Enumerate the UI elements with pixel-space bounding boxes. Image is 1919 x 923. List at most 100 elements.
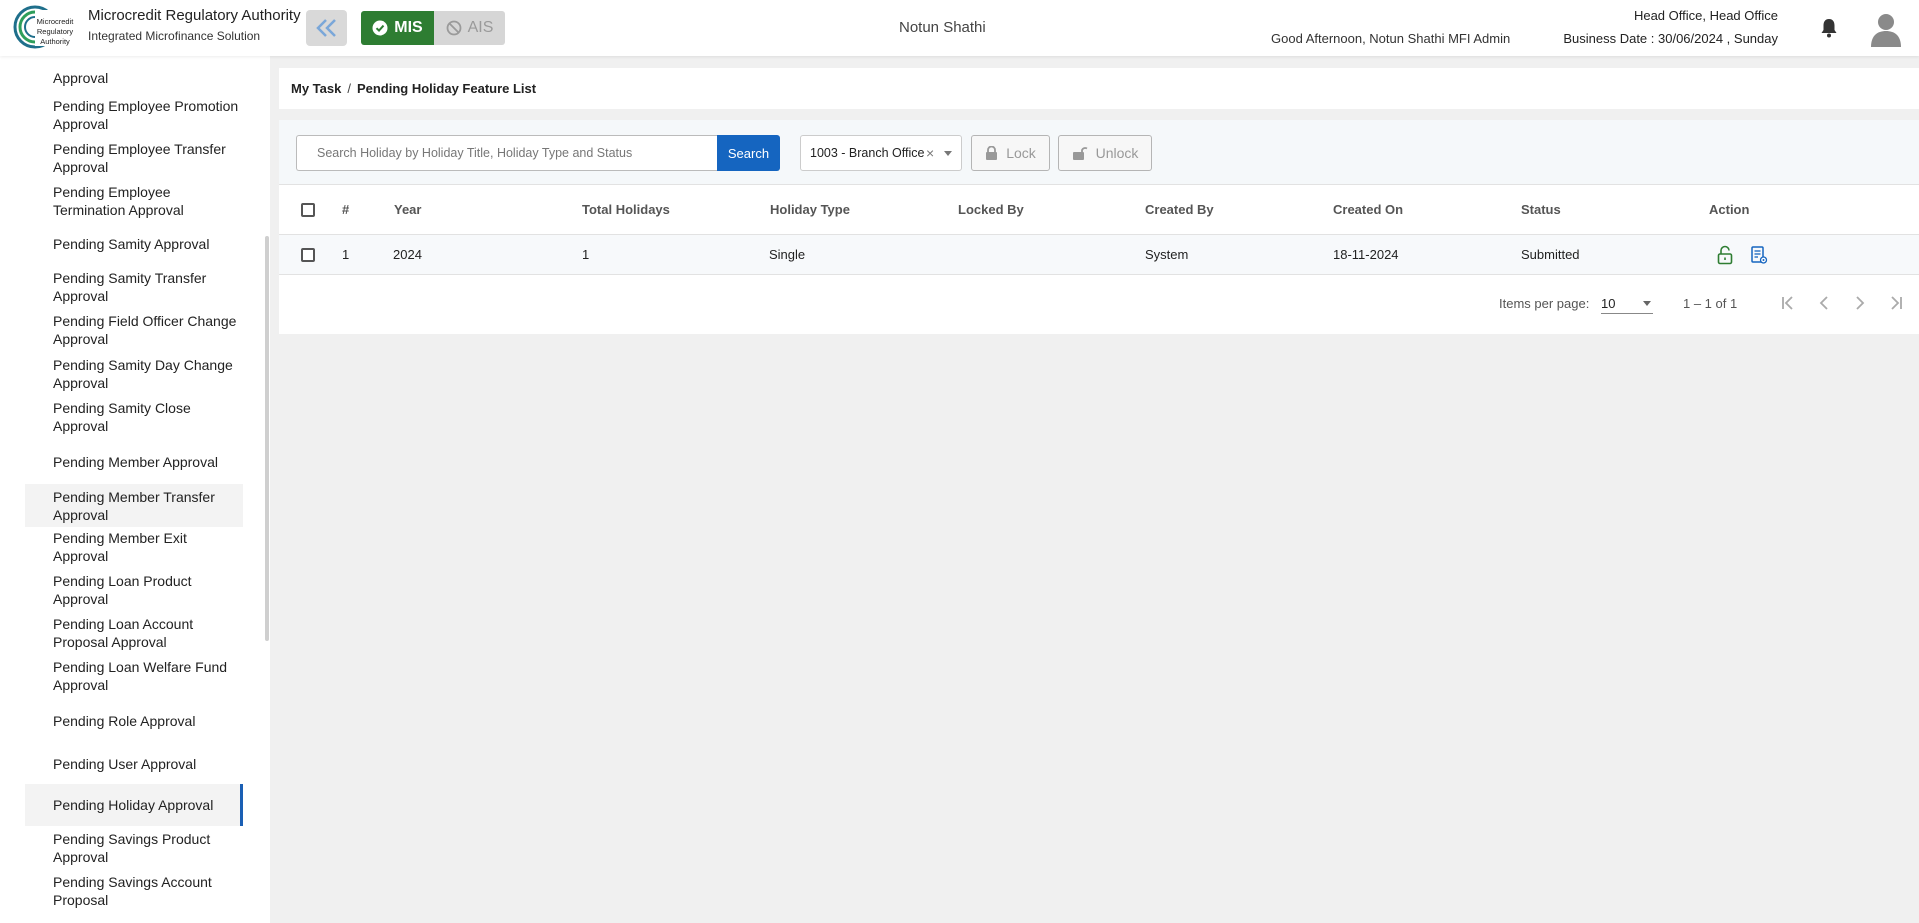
last-page-icon[interactable] [1884,291,1908,315]
breadcrumb-root-link[interactable]: My Task [291,81,341,96]
ban-icon [446,20,461,36]
sidebar-item-label: Pending Samity Transfer Approval [53,270,207,304]
check-circle-icon [372,20,388,36]
branch-select[interactable]: 1003 - Branch Office × [800,135,962,171]
sidebar-item-label: Pending Member Exit Approval [53,530,187,564]
caret-down-icon [944,151,952,156]
greeting-text: Good Afternoon, Notun Shathi MFI Admin [1271,31,1511,46]
sidebar-item-user-approval[interactable]: Pending User Approval [25,743,243,785]
previous-page-icon[interactable] [1812,291,1836,315]
app-header: Microcredit Regulatory Authority Microcr… [0,0,1919,56]
lock-label: Lock [1006,145,1036,161]
sidebar-item-employee-promotion[interactable]: Pending Employee Promotion Approval [25,96,243,134]
sidebar-item-member-exit[interactable]: Pending Member Exit Approval [25,528,243,566]
sidebar-item-holiday-approval[interactable]: Pending Holiday Approval [25,784,243,826]
sidebar-item-label: Pending Samity Day Change Approval [53,357,233,391]
brand-subtitle: Integrated Microfinance Solution [88,29,261,43]
table-header: # Year Total Holidays Holiday Type Locke… [279,184,1919,235]
unlock-label: Unlock [1095,145,1139,161]
sidebar-item-samity-transfer[interactable]: Pending Samity Transfer Approval [25,268,243,306]
user-avatar-icon[interactable] [1869,11,1903,47]
sidebar-item-savings-account-proposal[interactable]: Pending Savings Account Proposal [25,872,243,910]
business-date: Business Date : 30/06/2024 , Sunday [1563,31,1778,46]
sidebar-item-samity-day-change[interactable]: Pending Samity Day Change Approval [25,355,243,393]
cell-total-holidays: 1 [582,247,590,262]
organization-name: Notun Shathi [899,19,986,36]
column-header-index: # [342,202,350,217]
sidebar-item-loan-welfare-fund[interactable]: Pending Loan Welfare Fund Approval [25,657,243,695]
brand-title: Microcredit Regulatory Authority [88,7,301,24]
page-size-select[interactable]: 10 [1601,290,1653,314]
sidebar-item-employee-termination[interactable]: Pending Employee Termination Approval [25,182,243,220]
sidebar-item-member-transfer[interactable]: Pending Member Transfer Approval [25,484,243,527]
mis-module-button[interactable]: MIS [361,11,434,45]
unlock-button[interactable]: Unlock [1058,135,1152,171]
unlock-icon [1072,146,1088,160]
search-input[interactable] [296,135,717,171]
sidebar-item-label: Pending Loan Welfare Fund Approval [53,659,228,693]
first-page-icon[interactable] [1776,291,1800,315]
sidebar-item-label: Pending Member Transfer Approval [53,488,215,523]
mis-label: MIS [394,19,423,36]
next-page-icon[interactable] [1848,291,1872,315]
sidebar-item-label: Pending Savings Account Proposal [53,874,212,908]
sidebar-scrollbar[interactable] [265,236,269,641]
cell-created-by: System [1145,247,1189,262]
sidebar-item-label: Pending Loan Account Proposal Approval [53,616,194,650]
sidebar-item-label: Pending Employee Termination Approval [53,184,184,218]
sidebar-collapse-button[interactable] [306,10,347,46]
double-chevron-left-icon [315,19,336,37]
cell-holiday-type: Single [769,247,806,262]
sidebar-item-role-approval[interactable]: Pending Role Approval [25,700,243,742]
search-button[interactable]: Search [717,135,780,171]
sidebar-item-member-approval[interactable]: Pending Member Approval [25,441,243,483]
breadcrumb-current: Pending Holiday Feature List [356,81,537,96]
column-header-created-on: Created On [1333,202,1404,217]
items-per-page-label: Items per page: [1499,296,1590,311]
breadcrumb: My Task / Pending Holiday Feature List [279,68,1919,109]
sidebar-item-label: Pending Employee Transfer Approval [53,141,226,175]
logo-text-2: Regulatory [37,27,74,36]
sidebar-item-samity-close[interactable]: Pending Samity Close Approval [25,398,243,436]
column-header-holiday-type: Holiday Type [770,202,850,217]
sidebar-item-label: Approval [53,70,109,86]
row-checkbox[interactable] [301,248,315,262]
logo-text-1: Microcredit [37,17,75,26]
sidebar-item-loan-product[interactable]: Pending Loan Product Approval [25,571,243,609]
cell-year: 2024 [393,247,422,262]
column-header-action: Action [1709,202,1750,217]
clear-icon[interactable]: × [926,145,934,161]
select-all-checkbox[interactable] [301,203,315,217]
column-header-created-by: Created By [1145,202,1214,217]
logo-text-3: Authority [40,37,70,46]
column-header-status: Status [1521,202,1561,217]
branch-select-value: 1003 - Branch Office [810,146,925,160]
sidebar-item-samity-approval[interactable]: Pending Samity Approval [25,225,243,263]
page-range-label: 1 – 1 of 1 [1683,296,1738,311]
lock-icon [986,145,998,160]
sidebar-item-employee-approval[interactable]: Approval [25,69,243,87]
lock-button[interactable]: Lock [971,135,1050,171]
sidebar-item-field-officer-change[interactable]: Pending Field Officer Change Approval [25,311,243,349]
sidebar-item-label: Pending Employee Promotion Approval [53,98,239,132]
sidebar-item-label: Pending User Approval [53,756,197,772]
holiday-list-panel: Search 1003 - Branch Office × Lock Unloc… [279,120,1919,334]
ais-module-button[interactable]: AIS [434,11,505,45]
sidebar-item-savings-product[interactable]: Pending Savings Product Approval [25,829,243,867]
office-name: Head Office, Head Office [1633,8,1778,23]
mra-logo-icon: Microcredit Regulatory Authority [13,5,79,49]
cell-created-on: 18-11-2024 [1333,247,1399,262]
unlock-icon[interactable] [1716,245,1734,265]
view-document-icon[interactable] [1750,245,1768,265]
bell-icon[interactable] [1818,17,1840,39]
sidebar-item-label: Pending Savings Product Approval [53,831,211,865]
sidebar-item-loan-account-proposal[interactable]: Pending Loan Account Proposal Approval [25,614,243,652]
cell-status: Submitted [1521,247,1580,262]
breadcrumb-separator: / [347,81,351,96]
page-size-value: 10 [1601,296,1616,311]
table-row: 1 2024 1 Single System 18-11-2024 Submit… [279,235,1919,275]
sidebar-item-employee-transfer[interactable]: Pending Employee Transfer Approval [25,139,243,177]
sidebar-item-label: Pending Member Approval [53,454,218,470]
paginator: Items per page: 10 1 – 1 of 1 [279,275,1919,334]
sidebar-item-label: Pending Samity Close Approval [53,400,191,434]
